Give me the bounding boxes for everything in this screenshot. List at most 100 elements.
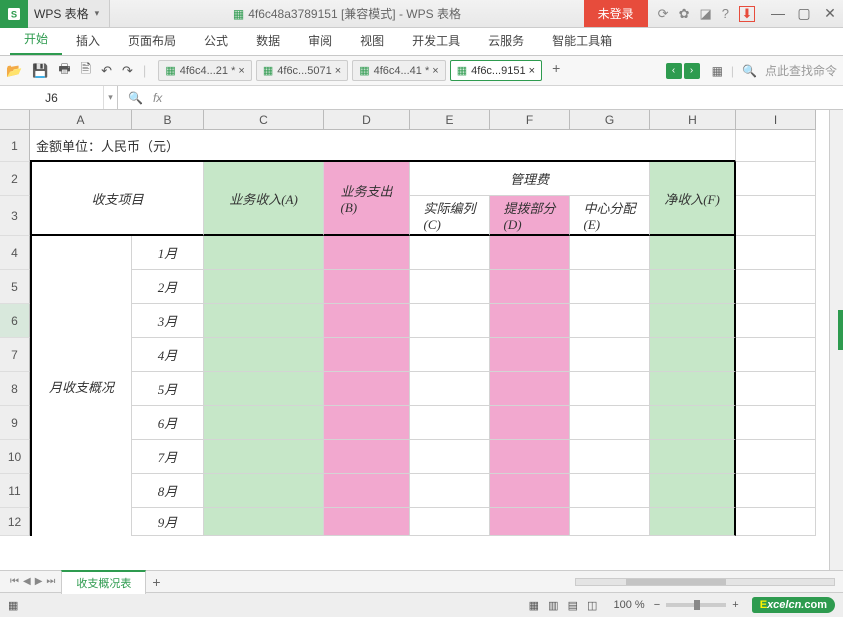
cell[interactable] [736,440,816,474]
cell[interactable] [650,236,736,270]
cell[interactable] [736,372,816,406]
view-normal-icon[interactable]: ▦ [526,600,542,612]
cell[interactable] [204,236,324,270]
cell[interactable] [650,474,736,508]
print-preview-icon[interactable]: 🖹 [81,60,91,82]
status-menu-icon[interactable]: ▦ [8,599,18,612]
cell[interactable] [736,130,816,162]
cell[interactable]: 6月 [132,406,204,440]
hscroll-track[interactable] [575,578,835,586]
cell[interactable]: 1月 [132,236,204,270]
cell[interactable] [324,406,410,440]
view-page-icon[interactable]: ▥ [545,600,561,612]
cell[interactable]: 8月 [132,474,204,508]
name-box[interactable]: J6 ▾ [0,86,118,109]
zoom-in-button[interactable]: + [729,599,741,611]
cell[interactable] [204,304,324,338]
cell[interactable] [650,270,736,304]
file-tab[interactable]: ▦4f6c...5071 × [256,60,348,81]
hscroll-thumb[interactable] [626,579,726,585]
close-button[interactable]: ✕ [817,5,843,22]
cell[interactable] [324,508,410,536]
sheet-next-button[interactable]: ▶ [35,576,43,587]
save-icon[interactable]: 💾 [32,63,48,79]
cell[interactable] [570,338,650,372]
sheet-area[interactable]: ABCDEFGHI 123456789101112 金额单位：人民币（元）收支项… [0,110,843,570]
ribbon-tab-smart[interactable]: 智能工具箱 [538,26,626,55]
sheet-add-button[interactable]: + [146,574,166,590]
cell[interactable]: 业务支出(B) [324,162,410,236]
cell[interactable] [204,270,324,304]
tab-next-button[interactable]: › [684,63,700,79]
file-tab-active[interactable]: ▦4f6c...9151 × [450,60,542,81]
redo-icon[interactable]: ↷ [122,63,133,79]
settings-icon[interactable]: ✿ [679,6,690,22]
cell[interactable]: 4月 [132,338,204,372]
cell[interactable]: 金额单位：人民币（元） [30,130,736,162]
cell[interactable] [570,406,650,440]
ribbon-tab-insert[interactable]: 插入 [62,26,114,55]
cell[interactable] [490,474,570,508]
cell[interactable] [570,270,650,304]
download-icon[interactable]: ⬇ [739,6,755,22]
ribbon-tab-formula[interactable]: 公式 [190,26,242,55]
ribbon-tab-review[interactable]: 审阅 [294,26,346,55]
file-tab-add[interactable]: + [546,60,566,81]
login-button[interactable]: 未登录 [584,0,648,27]
file-tab[interactable]: ▦4f6c4...41 * × [352,60,446,81]
cell[interactable] [324,372,410,406]
cell[interactable]: 中心分配(E) [570,196,650,236]
column-headers[interactable]: ABCDEFGHI [30,110,816,130]
cell[interactable] [204,406,324,440]
cell[interactable] [650,304,736,338]
view-custom-icon[interactable]: ◫ [584,600,600,612]
search-icon[interactable]: 🔍 [742,64,757,78]
ribbon-tab-layout[interactable]: 页面布局 [114,26,190,55]
cell[interactable] [736,474,816,508]
cell[interactable] [324,236,410,270]
open-icon[interactable]: 📂 [6,63,22,79]
cell[interactable] [570,304,650,338]
cell[interactable]: 实际编列(C) [410,196,490,236]
sheet-last-button[interactable]: ⏭ [46,576,55,587]
cell[interactable]: 9月 [132,508,204,536]
cell[interactable] [204,508,324,536]
cell[interactable] [410,338,490,372]
cell[interactable] [736,270,816,304]
sync-icon[interactable]: ⟳ [658,6,669,22]
cell[interactable] [650,406,736,440]
sheet-prev-button[interactable]: ◀ [23,576,31,587]
ribbon-tab-data[interactable]: 数据 [242,26,294,55]
cell[interactable] [570,236,650,270]
cell[interactable] [736,304,816,338]
view-break-icon[interactable]: ▤ [565,600,581,612]
cell[interactable]: 3月 [132,304,204,338]
cell[interactable] [490,508,570,536]
cell[interactable] [490,372,570,406]
file-tab[interactable]: ▦4f6c4...21 * × [158,60,252,81]
cell[interactable]: 7月 [132,440,204,474]
select-all-corner[interactable] [0,110,30,130]
skin-icon[interactable]: ◪ [699,6,711,22]
cell[interactable] [324,270,410,304]
fx-search-icon[interactable]: 🔍 [128,91,143,105]
app-name[interactable]: WPS 表格 ▾ [28,0,110,27]
chevron-down-icon[interactable]: ▾ [103,86,117,109]
cell[interactable] [204,474,324,508]
grid-icon[interactable]: ▦ [712,64,723,78]
cell[interactable] [490,236,570,270]
cell[interactable] [324,440,410,474]
undo-icon[interactable]: ↶ [101,63,112,79]
cell[interactable]: 月收支概况 [30,236,132,536]
cell[interactable]: 5月 [132,372,204,406]
horizontal-scroll[interactable] [175,577,835,587]
cell[interactable] [736,508,816,536]
cell[interactable] [736,338,816,372]
cell[interactable] [736,162,816,196]
cell[interactable] [324,338,410,372]
cell[interactable] [204,338,324,372]
ribbon-tab-cloud[interactable]: 云服务 [474,26,538,55]
cell[interactable] [410,440,490,474]
cell[interactable] [650,372,736,406]
cell[interactable]: 管理费 [410,162,650,196]
